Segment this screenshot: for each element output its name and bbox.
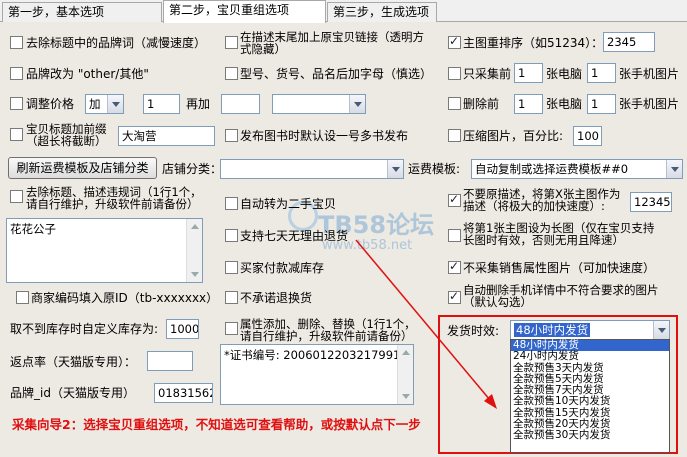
guide-arrow-icon [355,239,497,409]
guide-text: 采集向导2：选择宝贝重组选项，不知道选可查看帮助，或按默认点下一步 [12,417,421,432]
tab-item-restructure[interactable]: 第二步，宝贝重组选项 [163,0,326,23]
